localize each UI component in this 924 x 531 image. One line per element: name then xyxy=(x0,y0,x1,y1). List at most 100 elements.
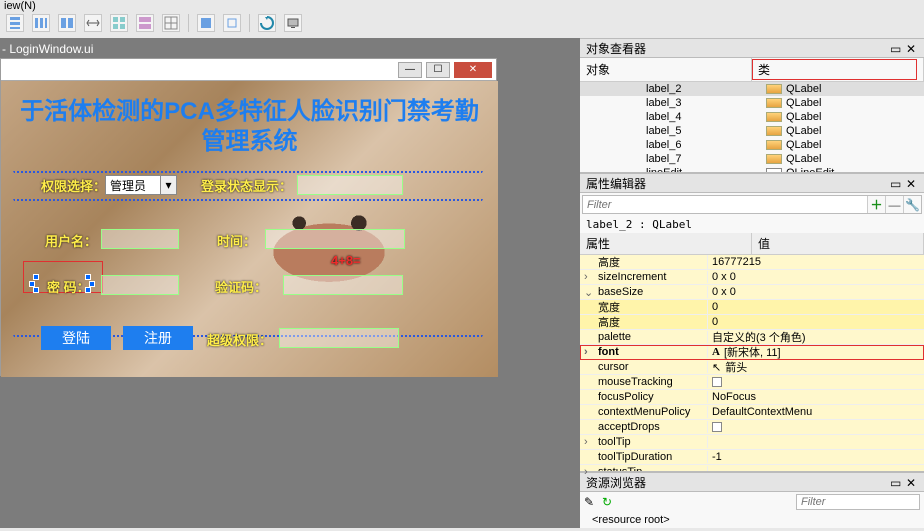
sel-handle[interactable] xyxy=(89,281,95,287)
prop-row[interactable]: 高度16777215 xyxy=(580,255,924,270)
prop-row[interactable]: cursor↖ 箭头 xyxy=(580,360,924,375)
label-icon xyxy=(766,112,782,122)
prop-panel: ＋ — 🔧 label_2 : QLabel 属性 值 高度16777215›s… xyxy=(580,193,924,471)
tree-row[interactable]: label_5QLabel xyxy=(580,124,924,138)
prop-filter-bar: ＋ — 🔧 xyxy=(582,195,922,214)
label-icon xyxy=(766,84,782,94)
close-button[interactable]: ✕ xyxy=(454,62,492,78)
menu-remnant: iew(N) xyxy=(4,0,36,12)
minus-icon[interactable]: — xyxy=(885,196,903,213)
login-button[interactable]: 登陆 xyxy=(41,326,111,350)
prop-row[interactable]: focusPolicyNoFocus xyxy=(580,390,924,405)
checkbox-icon[interactable] xyxy=(712,422,722,432)
prop-editor-title: 属性编辑器 xyxy=(586,175,646,192)
label-icon xyxy=(766,154,782,164)
resource-filter-input[interactable] xyxy=(796,494,920,510)
tool-grid3[interactable] xyxy=(162,14,180,32)
toolbar-sep-1 xyxy=(188,14,189,32)
login-dialog: — ☐ ✕ 于活体检测的PCA多特征人脸识别门禁考勤 管理系统 权限选择： 管理… xyxy=(0,58,497,376)
perm-combo[interactable]: 管理员 ▾ xyxy=(105,175,177,195)
prop-row[interactable]: ›toolTip xyxy=(580,435,924,450)
prop-row[interactable]: toolTipDuration-1 xyxy=(580,450,924,465)
tool-stack2[interactable] xyxy=(223,14,241,32)
sel-handle[interactable] xyxy=(29,281,35,287)
status-field[interactable] xyxy=(297,175,403,195)
wrench-icon[interactable]: 🔧 xyxy=(903,196,921,213)
sel-handle[interactable] xyxy=(85,274,91,280)
object-viewer-header: 对象查看器 ▭ ✕ xyxy=(580,38,924,58)
user-field[interactable] xyxy=(101,229,179,249)
tree-row[interactable]: label_3QLabel xyxy=(580,96,924,110)
tool-layout-v[interactable] xyxy=(6,14,24,32)
object-tree[interactable]: 对象 类 label_2QLabellabel_3QLabellabel_4QL… xyxy=(580,58,924,173)
tree-row[interactable]: label_2QLabel xyxy=(580,82,924,96)
undock-icon[interactable]: ▭ xyxy=(890,42,902,54)
perm-combo-value: 管理员 xyxy=(110,177,146,194)
prop-col-val[interactable]: 值 xyxy=(752,233,924,254)
tool-spacer[interactable] xyxy=(84,14,102,32)
tool-recycle[interactable] xyxy=(258,14,276,32)
super-field[interactable] xyxy=(279,328,399,348)
prop-row[interactable]: 宽度0 xyxy=(580,300,924,315)
edit-icon[interactable]: ✎ xyxy=(584,495,598,509)
tree-row[interactable]: label_7QLabel xyxy=(580,152,924,166)
designer-file-title: - LoginWindow.ui xyxy=(2,42,93,56)
tool-grid2[interactable] xyxy=(136,14,154,32)
minimize-button[interactable]: — xyxy=(398,62,422,78)
label-icon xyxy=(766,126,782,136)
prop-row[interactable]: contextMenuPolicyDefaultContextMenu xyxy=(580,405,924,420)
close-icon[interactable]: ✕ xyxy=(906,476,918,488)
layout-line xyxy=(13,171,483,174)
register-button[interactable]: 注册 xyxy=(123,326,193,350)
sel-handle[interactable] xyxy=(85,287,91,293)
prop-editor-header: 属性编辑器 ▭ ✕ xyxy=(580,173,924,193)
user-label: 用户名： xyxy=(45,231,97,250)
status-label: 登录状态显示： xyxy=(201,176,292,195)
prop-row[interactable]: mouseTracking xyxy=(580,375,924,390)
tool-preview[interactable] xyxy=(284,14,302,32)
dialog-titlebar: — ☐ ✕ xyxy=(1,59,496,81)
prop-object-line: label_2 : QLabel xyxy=(580,216,924,233)
prop-filter-input[interactable] xyxy=(583,196,867,213)
tool-layout-h2[interactable] xyxy=(58,14,76,32)
close-icon[interactable]: ✕ xyxy=(906,177,918,189)
main-title: 于活体检测的PCA多特征人脸识别门禁考勤 管理系统 xyxy=(1,97,498,157)
resource-root[interactable]: <resource root> xyxy=(580,512,924,528)
prop-row[interactable]: acceptDrops xyxy=(580,420,924,435)
prop-row[interactable]: ›fontA [新宋体, 11] xyxy=(580,345,924,360)
tree-col-object[interactable]: 对象 xyxy=(580,58,752,81)
captcha-math-label: 4+8= xyxy=(331,253,361,268)
time-label: 时间： xyxy=(217,231,256,250)
prop-col-name[interactable]: 属性 xyxy=(580,233,752,254)
tool-stack1[interactable] xyxy=(197,14,215,32)
reload-icon[interactable]: ↻ xyxy=(602,495,616,509)
close-icon[interactable]: ✕ xyxy=(906,42,918,54)
tool-grid1[interactable] xyxy=(110,14,128,32)
captcha-field[interactable] xyxy=(283,275,403,295)
tree-row[interactable]: label_4QLabel xyxy=(580,110,924,124)
prop-row[interactable]: palette自定义的(3 个角色) xyxy=(580,330,924,345)
prop-row[interactable]: ›sizeIncrement0 x 0 xyxy=(580,270,924,285)
plus-icon[interactable]: ＋ xyxy=(867,196,885,213)
designer-canvas[interactable]: - LoginWindow.ui — ☐ ✕ 于活体检测的PCA多特征人脸识别门… xyxy=(0,38,580,528)
sel-handle[interactable] xyxy=(33,287,39,293)
undock-icon[interactable]: ▭ xyxy=(890,476,902,488)
resource-browser-title: 资源浏览器 xyxy=(586,474,646,491)
tree-row[interactable]: label_6QLabel xyxy=(580,138,924,152)
sel-handle[interactable] xyxy=(33,274,39,280)
prop-row[interactable]: 高度0 xyxy=(580,315,924,330)
tool-layout-h[interactable] xyxy=(32,14,50,32)
tree-row[interactable]: lineEditQLineEdit xyxy=(580,166,924,173)
resource-browser: 资源浏览器 ▭ ✕ ✎ ↻ <resource root> xyxy=(580,471,924,528)
right-column: 对象查看器 ▭ ✕ 对象 类 label_2QLabellabel_3QLabe… xyxy=(580,38,924,528)
time-field[interactable] xyxy=(265,229,405,249)
prop-row[interactable]: ⌄baseSize0 x 0 xyxy=(580,285,924,300)
maximize-button[interactable]: ☐ xyxy=(426,62,450,78)
tree-col-class[interactable]: 类 xyxy=(752,58,924,81)
checkbox-icon[interactable] xyxy=(712,377,722,387)
pwd-field[interactable] xyxy=(101,275,179,295)
pwd-label[interactable]: 密 码： xyxy=(47,277,90,296)
toolbar-sep-2 xyxy=(249,14,250,32)
undock-icon[interactable]: ▭ xyxy=(890,177,902,189)
label-icon xyxy=(766,140,782,150)
